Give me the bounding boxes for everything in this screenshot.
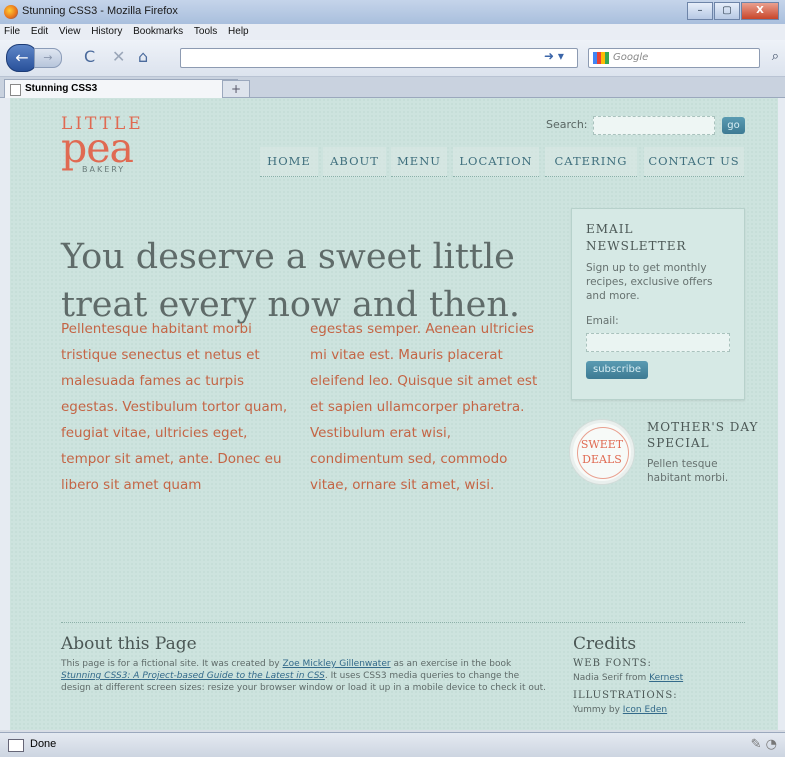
menu-bar: File Edit View History Bookmarks Tools H… [0,24,785,40]
web-fonts-heading: WEB FONTS: [573,658,652,669]
newsletter-title: EMAIL NEWSLETTER [586,222,687,253]
firefox-icon [4,5,18,19]
newsletter-box: EMAIL NEWSLETTER Sign up to get monthly … [571,208,745,400]
tab-bar: Stunning CSS3 + [0,77,785,98]
forward-button[interactable]: → [34,48,62,68]
badge-text-sweet: SWEET [580,438,624,451]
menu-history[interactable]: History [91,26,122,37]
menu-view[interactable]: View [59,26,81,37]
about-text-start: This page is for a fictional site. It wa… [61,659,283,669]
page-icon [10,84,21,96]
logo-pea[interactable]: pea [61,128,134,169]
new-tab-button[interactable]: + [222,80,250,98]
illustrations-text: Yummy by Icon Eden [573,703,763,717]
nav-about[interactable]: ABOUT [323,147,386,177]
newsletter-description: Sign up to get monthly recipes, exclusiv… [586,262,713,302]
menu-file[interactable]: File [4,26,20,37]
site-search-label: Search: [546,118,588,131]
newsletter-email-input[interactable] [586,333,730,352]
about-text-mid: as an exercise in the book [390,659,512,669]
nav-home[interactable]: HOME [260,147,318,177]
maximize-button[interactable]: ▢ [714,2,740,20]
about-text: This page is for a fictional site. It wa… [61,658,551,694]
window-controls: – ▢ X [686,2,779,20]
back-arrow-icon: ← [15,48,29,67]
url-input[interactable] [180,48,578,68]
newsletter-email-label: Email: [586,315,619,327]
addon-icon[interactable]: ✎ ◔ [751,737,777,752]
nav-location[interactable]: LOCATION [453,147,539,177]
search-go-button[interactable]: go [722,117,745,134]
body-text-left: Pellentesque habitant morbi tristique se… [61,321,288,493]
search-engine-input[interactable]: Google [588,48,760,68]
status-text: Done [30,738,57,750]
stop-icon[interactable]: ✕ [112,49,125,65]
icon-eden-link[interactable]: Icon Eden [623,705,667,715]
window-title: Stunning CSS3 - Mozilla Firefox [22,5,178,17]
special-description: Pellen tesque habitant morbi. [647,458,729,484]
menu-edit[interactable]: Edit [31,26,48,37]
right-edge [778,98,785,730]
tab-stunning-css3[interactable]: Stunning CSS3 [4,79,238,98]
nav-menu[interactable]: MENU [391,147,447,177]
minimize-button[interactable]: – [687,2,713,20]
site-search-input[interactable] [593,116,715,135]
illustrations-label: Yummy by [573,705,623,715]
forward-arrow-icon: → [43,51,53,64]
magnifier-icon[interactable]: ⌕ [772,49,779,64]
menu-bookmarks[interactable]: Bookmarks [133,26,183,37]
sweet-deals-badge[interactable]: SWEET DEALS [570,420,634,484]
tab-label: Stunning CSS3 [25,83,98,94]
subscribe-button[interactable]: subscribe [586,361,648,379]
credits-title: Credits [573,634,637,654]
go-arrow-icon[interactable]: ➜ ▾ [544,49,564,63]
navigation-toolbar: ← → C ✕ ⌂ ➜ ▾ Google ⌕ [0,40,785,77]
search-placeholder: Google [613,52,649,63]
home-icon[interactable]: ⌂ [138,49,148,65]
reload-icon[interactable]: C [84,49,95,65]
badge-text-deals: DEALS [582,453,622,466]
about-title: About this Page [61,634,197,654]
menu-help[interactable]: Help [228,26,249,37]
status-bar: Done ✎ ◔ [0,732,785,757]
web-fonts-text: Nadia Serif from Kernest [573,671,763,685]
web-page: LITTLE pea BAKERY Search: go HOME ABOUT … [10,98,778,730]
book-link[interactable]: Stunning CSS3: A Project-based Guide to … [61,671,325,681]
status-page-icon [8,739,24,752]
kernest-link[interactable]: Kernest [649,673,683,683]
nav-contact-us[interactable]: CONTACT US [644,147,744,177]
illustrations-heading: ILLUSTRATIONS: [573,690,678,701]
menu-tools[interactable]: Tools [194,26,217,37]
web-fonts-label: Nadia Serif from [573,673,650,683]
footer-divider [61,622,745,623]
special-title: MOTHER'S DAY SPECIAL [647,420,759,450]
body-text-right: egestas semper. Aenean ultricies mi vita… [310,321,538,493]
close-button[interactable]: X [741,2,779,20]
nav-catering[interactable]: CATERING [545,147,637,177]
google-icon [593,52,609,64]
author-link[interactable]: Zoe Mickley Gillenwater [282,659,390,669]
credits-section: WEB FONTS: Nadia Serif from Kernest ILLU… [573,657,763,721]
window-titlebar: Stunning CSS3 - Mozilla Firefox – ▢ X [0,0,785,25]
logo-bakery: BAKERY [82,165,126,174]
main-nav: HOME ABOUT MENU LOCATION CATERING CONTAC… [260,147,744,177]
